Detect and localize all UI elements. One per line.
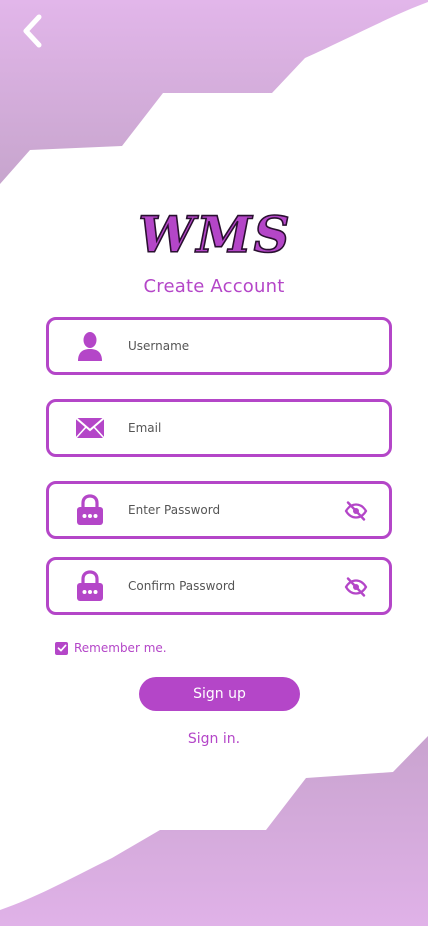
check-icon: [57, 644, 66, 652]
lock-icon: [73, 494, 107, 525]
password-input[interactable]: [128, 498, 328, 522]
username-field[interactable]: [46, 317, 392, 375]
confirm-password-input[interactable]: [128, 574, 328, 598]
username-input[interactable]: [128, 334, 328, 358]
confirm-password-field[interactable]: [46, 557, 392, 615]
email-input[interactable]: [128, 416, 328, 440]
eye-off-icon[interactable]: [343, 576, 369, 598]
chevron-left-icon: [23, 14, 42, 48]
user-icon: [73, 331, 107, 361]
envelope-icon: [73, 413, 107, 443]
remember-me-toggle[interactable]: Remember me.: [55, 641, 167, 655]
sign-up-button[interactable]: Sign up: [139, 677, 300, 711]
app-logo: WMS: [137, 206, 292, 262]
logo-text: WMS: [138, 206, 292, 262]
remember-me-checkbox[interactable]: [55, 641, 68, 655]
bottom-decorative-shape: [0, 736, 428, 926]
top-decorative-shape: [0, 0, 428, 184]
remember-me-label: Remember me.: [74, 641, 167, 655]
back-button[interactable]: [14, 12, 50, 50]
password-field[interactable]: [46, 481, 392, 539]
page-title: Create Account: [143, 276, 285, 297]
lock-icon: [73, 570, 107, 601]
eye-off-icon[interactable]: [343, 500, 369, 522]
email-field[interactable]: [46, 399, 392, 457]
sign-in-link[interactable]: Sign in.: [0, 731, 428, 747]
